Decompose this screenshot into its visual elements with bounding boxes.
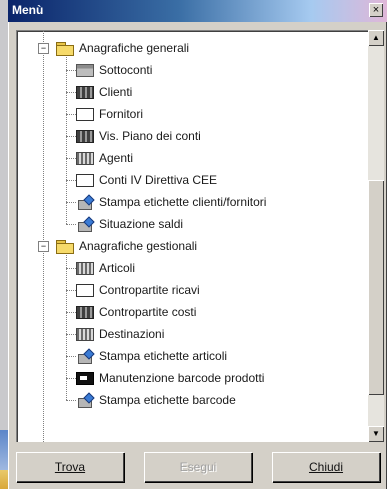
menu-tree[interactable]: Anagrafiche generali − Sottoconti Clienti Fo…: [16, 30, 368, 442]
striped-grid-icon: [76, 151, 94, 165]
tree-item[interactable]: Clienti: [76, 82, 132, 102]
tree-branch-line: [66, 268, 76, 269]
scroll-down-icon[interactable]: ▼: [368, 426, 384, 442]
tree-branch-line: [66, 312, 76, 313]
tree-item[interactable]: Conti IV Direttiva CEE: [76, 170, 217, 190]
chiudi-button[interactable]: Chiudi: [272, 452, 380, 482]
scroll-up-icon[interactable]: ▲: [368, 30, 384, 46]
tree-item[interactable]: Stampa etichette clienti/fornitori: [76, 192, 266, 212]
printer-icon: [76, 218, 94, 232]
tree-branch-line: [66, 114, 76, 115]
tree-item-label: Clienti: [99, 85, 133, 99]
tree-item[interactable]: Vis. Piano dei conti: [76, 126, 201, 146]
close-icon[interactable]: ×: [369, 3, 383, 17]
tree-item[interactable]: Sottoconti: [76, 60, 152, 80]
tree-branch-line: [66, 92, 76, 93]
tree-item-label: Situazione saldi: [99, 217, 184, 231]
tree-folder-node[interactable]: Anagrafiche gestionali: [56, 236, 197, 256]
tree-branch-line: [66, 356, 76, 357]
tree-branch-line: [66, 400, 76, 401]
printer-icon: [76, 350, 94, 364]
tree-branch-line: [66, 136, 76, 137]
tree-item-label: Contropartite costi: [99, 305, 197, 319]
striped-grid-icon: [76, 327, 94, 341]
dark-grid-icon: [76, 129, 94, 143]
tree-item-label: Fornitori: [99, 107, 144, 121]
chiudi-button-label: Chiudi: [308, 460, 344, 474]
empty-box-icon: [76, 283, 94, 297]
tree-item[interactable]: Stampa etichette articoli: [76, 346, 227, 366]
esegui-button-label: Esegui: [179, 460, 217, 474]
black-box-icon: [76, 371, 94, 385]
vertical-scrollbar[interactable]: ▲ ▼: [368, 30, 384, 442]
tree-branch-line: [66, 70, 76, 71]
tree-item-label: Anagrafiche generali: [79, 41, 190, 55]
window-title: Menù: [12, 3, 44, 17]
tree-branch-line: [66, 158, 76, 159]
tree-branch-line: [66, 180, 76, 181]
printer-icon: [76, 196, 94, 210]
tree-item-label: Destinazioni: [99, 327, 165, 341]
dark-grid-icon: [76, 85, 94, 99]
tree-item-label: Stampa etichette clienti/fornitori: [99, 195, 267, 209]
tree-branch-line: [66, 334, 76, 335]
empty-box-icon: [76, 173, 94, 187]
tree-item[interactable]: Contropartite ricavi: [76, 280, 200, 300]
tree-item-label: Stampa etichette articoli: [99, 349, 228, 363]
tree-item-label: Manutenzione barcode prodotti: [99, 371, 265, 385]
trova-button-label: Trova: [54, 460, 86, 474]
tree-vertical-line: [66, 253, 67, 400]
tree-item[interactable]: Agenti: [76, 148, 133, 168]
tree-vertical-line: [66, 55, 67, 224]
tree-branch-line: [66, 378, 76, 379]
collapse-toggle-icon[interactable]: −: [38, 43, 49, 54]
tree-branch-line: [66, 202, 76, 203]
tree-item-label: Agenti: [99, 151, 134, 165]
empty-box-icon: [76, 107, 94, 121]
esegui-button[interactable]: Esegui: [144, 452, 252, 482]
striped-grid-icon: [76, 261, 94, 275]
tree-item-label: Contropartite ricavi: [99, 283, 200, 297]
title-bar[interactable]: Menù ×: [8, 0, 387, 22]
collapse-toggle-icon[interactable]: −: [38, 241, 49, 252]
folder-icon: [56, 41, 74, 56]
tree-item-label: Stampa etichette barcode: [99, 393, 236, 407]
menu-window: Menù × Anagrafiche generali − Sottoconti Cl…: [8, 0, 387, 489]
tree-root-line: [43, 30, 44, 442]
trova-button[interactable]: Trova: [16, 452, 124, 482]
tree-item[interactable]: Contropartite costi: [76, 302, 196, 322]
tree-item[interactable]: Articoli: [76, 258, 135, 278]
printer-icon: [76, 394, 94, 408]
tree-item[interactable]: Manutenzione barcode prodotti: [76, 368, 264, 388]
tree-item-label: Articoli: [99, 261, 136, 275]
gray-grid-icon: [76, 63, 94, 77]
tree-folder-node[interactable]: Anagrafiche generali: [56, 38, 189, 58]
tree-item[interactable]: Fornitori: [76, 104, 143, 124]
tree-item[interactable]: Destinazioni: [76, 324, 164, 344]
tree-branch-line: [66, 290, 76, 291]
tree-item-label: Conti IV Direttiva CEE: [99, 173, 218, 187]
scroll-thumb[interactable]: [368, 180, 384, 395]
tree-item-label: Vis. Piano dei conti: [99, 129, 201, 143]
tree-item-label: Sottoconti: [99, 63, 153, 77]
dark-grid-icon: [76, 305, 94, 319]
tree-item-label: Anagrafiche gestionali: [79, 239, 198, 253]
tree-item[interactable]: Situazione saldi: [76, 214, 183, 234]
tree-item[interactable]: Stampa etichette barcode: [76, 390, 236, 410]
tree-branch-line: [66, 224, 76, 225]
folder-icon: [56, 239, 74, 254]
